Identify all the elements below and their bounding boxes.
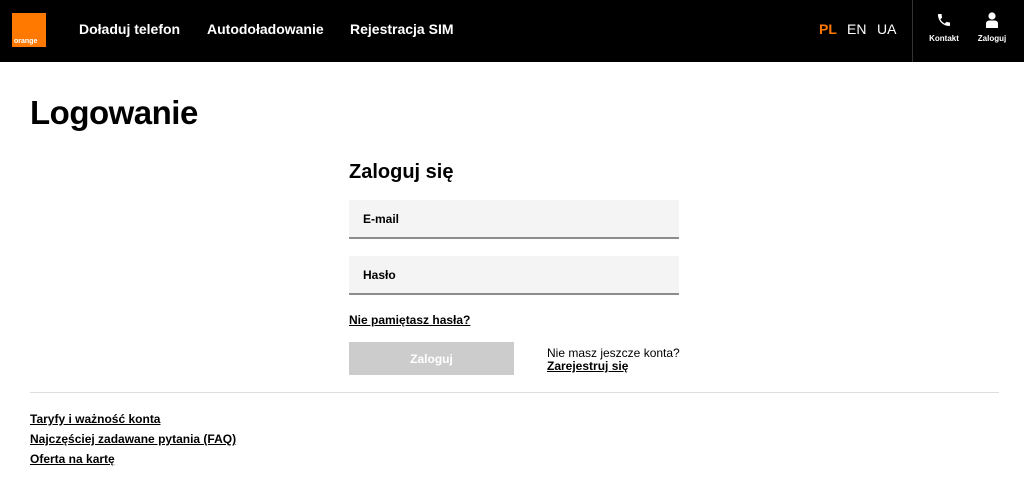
user-icon — [986, 12, 998, 28]
login-form-title: Zaloguj się — [349, 161, 454, 183]
nav-item-autodoladowanie[interactable]: Autodoładowanie — [207, 21, 324, 37]
footer-link-taryfy[interactable]: Taryfy i ważność konta — [30, 412, 160, 426]
login-label: Zaloguj — [977, 34, 1007, 43]
forgot-password-link[interactable]: Nie pamiętasz hasła? — [349, 313, 470, 327]
login-submit-button[interactable]: Zaloguj — [349, 342, 514, 375]
login-header-button[interactable]: Zaloguj — [970, 12, 1014, 43]
orange-logo[interactable]: orange — [12, 13, 46, 47]
logo-text: orange — [14, 38, 38, 45]
nav-item-doladuj-telefon[interactable]: Doładuj telefon — [79, 21, 180, 37]
lang-pl[interactable]: PL — [819, 21, 837, 37]
contact-label: Kontakt — [929, 34, 959, 43]
register-link[interactable]: Zarejestruj się — [547, 359, 628, 373]
phone-icon — [938, 14, 950, 26]
footer-link-faq[interactable]: Najczęściej zadawane pytania (FAQ) — [30, 432, 236, 446]
no-account-text: Nie masz jeszcze konta? — [547, 346, 680, 360]
lang-en[interactable]: EN — [847, 21, 866, 37]
top-bar: orange Doładuj telefon Autodoładowanie R… — [0, 0, 1024, 62]
password-input[interactable] — [349, 256, 679, 295]
lang-ua[interactable]: UA — [877, 21, 896, 37]
email-input[interactable] — [349, 200, 679, 239]
footer-link-oferta[interactable]: Oferta na kartę — [30, 452, 115, 466]
page-title: Logowanie — [30, 94, 198, 131]
content-divider — [30, 392, 999, 393]
contact-button[interactable]: Kontakt — [922, 12, 966, 43]
nav-item-rejestracja-sim[interactable]: Rejestracja SIM — [350, 21, 454, 37]
header-divider — [912, 0, 913, 62]
